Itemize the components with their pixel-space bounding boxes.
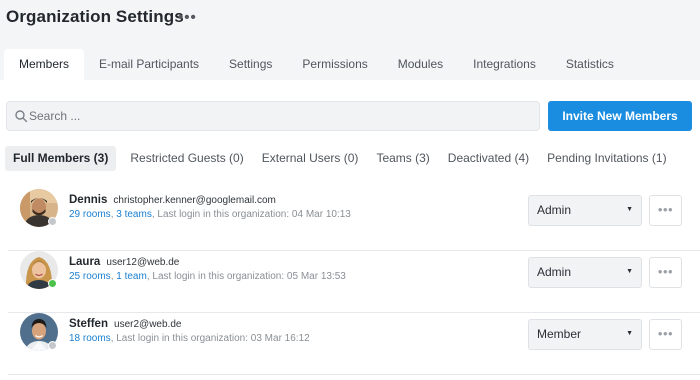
member-rooms-link[interactable]: 18 rooms: [69, 333, 111, 344]
member-email: user12@web.de: [106, 257, 180, 268]
filter-deactivated[interactable]: Deactivated (4): [440, 146, 537, 171]
member-name: Laura: [69, 256, 101, 268]
filter-teams[interactable]: Teams (3): [368, 146, 437, 171]
role-value: Admin: [537, 203, 572, 217]
role-select[interactable]: Admin ▼: [528, 195, 642, 226]
member-email: user2@web.de: [114, 319, 182, 330]
member-more-button[interactable]: •••: [649, 257, 682, 288]
status-indicator: [48, 279, 57, 288]
member-name: Steffen: [69, 318, 108, 330]
filter-external-users[interactable]: External Users (0): [254, 146, 367, 171]
member-meta: 18 rooms, Last login in this organizatio…: [69, 333, 310, 344]
member-more-button[interactable]: •••: [649, 195, 682, 226]
member-name: Dennis: [69, 194, 108, 206]
member-teams-link[interactable]: 3 teams: [116, 209, 152, 220]
role-value: Member: [537, 327, 582, 341]
member-last-login: , Last login in this organization: 05 Ma…: [146, 271, 346, 282]
search-box: [6, 101, 540, 131]
status-indicator: [48, 217, 57, 226]
member-rooms-link[interactable]: 25 rooms: [69, 271, 111, 282]
tab-members[interactable]: Members: [4, 49, 85, 80]
member-more-button[interactable]: •••: [649, 319, 682, 350]
member-email: christopher.kenner@googlemail.com: [113, 195, 276, 206]
tab-modules[interactable]: Modules: [383, 49, 458, 80]
member-row: Laura user12@web.de 25 rooms, 1 team, La…: [0, 251, 700, 313]
caret-down-icon: ▼: [626, 206, 633, 213]
caret-down-icon: ▼: [626, 330, 633, 337]
member-row: Dennis christopher.kenner@googlemail.com…: [0, 189, 700, 251]
caret-down-icon: ▼: [626, 268, 633, 275]
member-last-login: , Last login in this organization: 03 Ma…: [110, 333, 310, 344]
role-value: Admin: [537, 265, 572, 279]
member-filters: Full Members (3) Restricted Guests (0) E…: [5, 146, 675, 171]
page-title: Organization Settings: [6, 7, 184, 26]
filter-restricted-guests[interactable]: Restricted Guests (0): [122, 146, 251, 171]
invite-new-members-button[interactable]: Invite New Members: [548, 101, 692, 131]
member-meta: 29 rooms, 3 teams, Last login in this or…: [69, 209, 351, 220]
settings-tabs: Members E-mail Participants Settings Per…: [4, 49, 629, 80]
role-select[interactable]: Member ▼: [528, 319, 642, 350]
tab-permissions[interactable]: Permissions: [287, 49, 382, 80]
tab-settings[interactable]: Settings: [214, 49, 287, 80]
role-select[interactable]: Admin ▼: [528, 257, 642, 288]
member-row: Steffen user2@web.de 18 rooms, Last logi…: [0, 313, 700, 375]
tab-integrations[interactable]: Integrations: [458, 49, 551, 80]
more-options-icon[interactable]: •••: [178, 9, 197, 26]
row-divider: [8, 374, 700, 375]
search-icon: [15, 110, 28, 123]
member-teams-link[interactable]: 1 team: [116, 271, 147, 282]
status-indicator: [48, 341, 57, 350]
tab-email-participants[interactable]: E-mail Participants: [84, 49, 214, 80]
member-meta: 25 rooms, 1 team, Last login in this org…: [69, 271, 346, 282]
tab-statistics[interactable]: Statistics: [551, 49, 629, 80]
filter-full-members[interactable]: Full Members (3): [5, 146, 117, 171]
page-header: Organization Settings ••• Members E-mail…: [0, 0, 700, 80]
filter-pending-invitations[interactable]: Pending Invitations (1): [539, 146, 674, 171]
search-input[interactable]: [29, 102, 529, 130]
member-rooms-link[interactable]: 29 rooms: [69, 209, 111, 220]
member-last-login: , Last login in this organization: 04 Ma…: [151, 209, 351, 220]
